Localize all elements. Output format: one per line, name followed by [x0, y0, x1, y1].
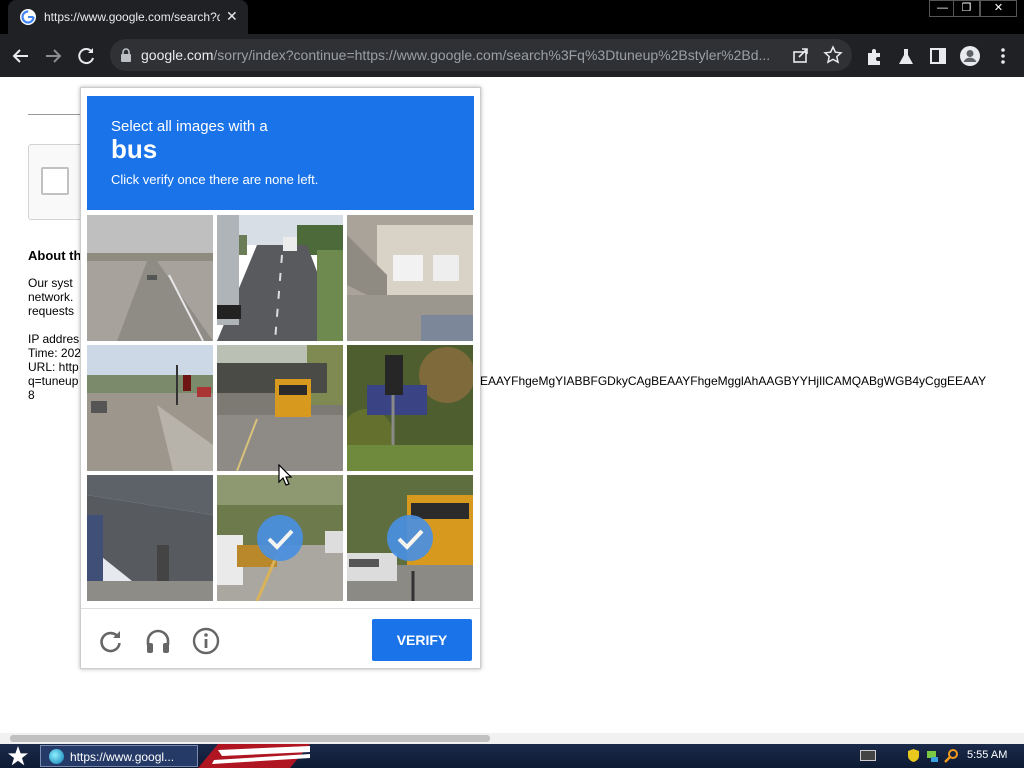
menu-icon[interactable]: [992, 45, 1014, 67]
tab-close-icon[interactable]: ✕: [226, 8, 238, 25]
flag-decoration: [198, 744, 310, 768]
lock-icon[interactable]: [120, 48, 132, 67]
tab-strip: https://www.google.com/search?q= ✕ — ❐ ✕: [0, 0, 1024, 34]
window-restore-button[interactable]: ❐: [953, 0, 980, 17]
selected-check-icon: [387, 515, 433, 561]
explanation-line-3: requests: [28, 304, 75, 318]
forward-icon[interactable]: [40, 43, 66, 69]
image-tile[interactable]: [87, 475, 213, 601]
search-tray-icon[interactable]: [944, 748, 959, 763]
reload-icon[interactable]: [73, 43, 99, 69]
image-tile[interactable]: [87, 345, 213, 471]
verify-button[interactable]: VERIFY: [372, 619, 472, 661]
sidepanel-icon[interactable]: [927, 45, 949, 67]
instruction-text: Select all images with a: [111, 118, 268, 135]
image-tile[interactable]: [347, 215, 473, 341]
image-tile[interactable]: [217, 215, 343, 341]
taskbar: https://www.googl... 5:55 AM: [0, 744, 1024, 768]
challenge-footer: VERIFY: [81, 608, 480, 668]
browser-toolbar: google.com/sorry/index?continue=https://…: [0, 34, 1024, 77]
window-close-button[interactable]: ✕: [980, 0, 1017, 17]
image-tile[interactable]: [347, 345, 473, 471]
audio-challenge-icon[interactable]: [144, 627, 172, 655]
mouse-cursor-icon: [278, 463, 293, 491]
image-tile[interactable]: [217, 475, 343, 601]
start-menu-icon[interactable]: [6, 745, 30, 767]
horizontal-scrollbar[interactable]: [0, 733, 1024, 744]
star-icon[interactable]: [823, 45, 843, 65]
taskbar-item-label: https://www.googl...: [70, 750, 175, 764]
image-tile[interactable]: [217, 345, 343, 471]
image-grid: [87, 215, 475, 603]
google-favicon-icon: [20, 9, 36, 25]
query-line-tail: 8: [28, 388, 35, 402]
target-object: bus: [111, 134, 158, 164]
network-tray-icon[interactable]: [925, 748, 940, 763]
captcha-challenge-dialog: Select all images with a bus Click verif…: [80, 87, 481, 669]
explanation-line-1: Our syst: [28, 276, 73, 290]
image-tile[interactable]: [87, 215, 213, 341]
extensions-icon[interactable]: [863, 45, 885, 67]
selected-check-icon: [257, 515, 303, 561]
query-line: q=tuneup: [28, 374, 79, 388]
refresh-challenge-icon[interactable]: [97, 627, 125, 655]
url-line: URL: http: [28, 360, 79, 374]
url-text[interactable]: google.com/sorry/index?continue=https://…: [141, 47, 801, 63]
explanation-line-2: network.: [28, 290, 74, 304]
ip-address-line: IP addres: [28, 332, 80, 346]
labs-icon[interactable]: [895, 45, 917, 67]
taskbar-clock: 5:55 AM: [967, 749, 1008, 761]
share-icon[interactable]: [791, 45, 811, 65]
long-url-fragment: EAAYFhgeMgYIABBFGDkyCAgBEAAYFhgeMgglAhAA…: [480, 374, 987, 388]
browser-tab[interactable]: https://www.google.com/search?q= ✕: [8, 0, 248, 34]
scrollbar-thumb[interactable]: [10, 735, 490, 742]
time-line: Time: 202: [28, 346, 81, 360]
recaptcha-checkbox[interactable]: [41, 167, 69, 195]
window-minimize-button[interactable]: —: [929, 0, 956, 17]
keyboard-tray-icon[interactable]: [860, 750, 876, 761]
profile-icon[interactable]: [959, 45, 981, 67]
url-path: /sorry/index?continue=https://www.google…: [213, 47, 771, 63]
security-shield-icon[interactable]: [906, 748, 921, 763]
taskbar-browser-item[interactable]: https://www.googl...: [40, 745, 198, 767]
address-bar[interactable]: google.com/sorry/index?continue=https://…: [110, 39, 852, 71]
instruction-subtext: Click verify once there are none left.: [111, 172, 319, 187]
divider: [28, 114, 88, 115]
image-tile[interactable]: [347, 475, 473, 601]
browser-globe-icon: [49, 749, 64, 764]
challenge-header: Select all images with a bus Click verif…: [87, 96, 474, 210]
back-icon[interactable]: [8, 43, 34, 69]
url-host: google.com: [141, 47, 214, 63]
about-heading: About th: [28, 248, 82, 263]
info-icon[interactable]: [192, 627, 220, 655]
tab-title: https://www.google.com/search?q=: [44, 10, 220, 24]
